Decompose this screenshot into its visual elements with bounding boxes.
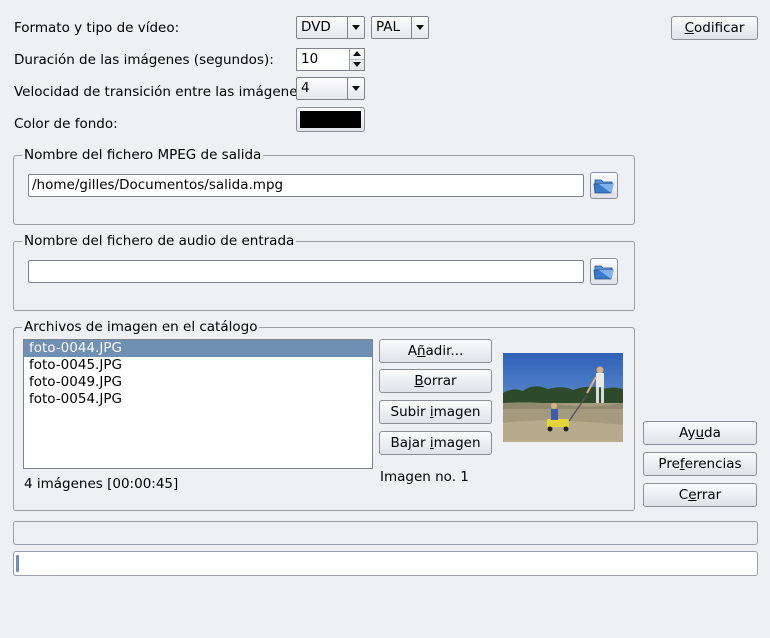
help-button[interactable]: Ayuda [643, 421, 757, 445]
list-item[interactable]: foto-0044.JPG [24, 340, 372, 357]
encode-label-rest: odificar [694, 20, 745, 36]
transition-select[interactable]: 4 [296, 77, 365, 100]
btn-mnemonic: ñ [416, 343, 426, 359]
folder-open-icon [593, 179, 614, 194]
spin-down-icon[interactable] [350, 60, 364, 71]
btn-text: Ay [679, 425, 696, 441]
audio-file-input[interactable] [28, 260, 584, 283]
status-bar [13, 521, 758, 545]
btn-mnemonic: B [414, 373, 424, 389]
output-file-title: Nombre del fichero MPEG de salida [22, 147, 264, 163]
progress-bar [13, 551, 758, 576]
output-file-browse-button[interactable] [590, 172, 618, 199]
btn-text: da [704, 425, 721, 441]
catalog-title: Archivos de imagen en el catálogo [22, 319, 260, 335]
btn-text: C [678, 487, 689, 503]
video-type-value: PAL [376, 19, 401, 35]
btn-text: erencias [684, 456, 742, 472]
btn-mnemonic: e [688, 487, 697, 503]
audio-file-title: Nombre del fichero de audio de entrada [22, 233, 297, 249]
btn-text: adir... [425, 343, 464, 359]
btn-text: magen [433, 435, 481, 451]
output-file-input[interactable]: /home/gilles/Documentos/salida.mpg [28, 174, 584, 197]
transition-label: Velocidad de transición entre las imágen… [14, 84, 310, 100]
encode-button[interactable]: Codificar [671, 16, 758, 40]
color-swatch [300, 111, 361, 128]
image-preview-thumbnail [503, 353, 623, 442]
chevron-down-icon [347, 17, 364, 38]
btn-text: Bajar [390, 435, 430, 451]
catalog-summary: 4 imágenes [00:00:45] [24, 476, 179, 492]
btn-text: rrar [696, 487, 722, 503]
btn-text: A [407, 343, 417, 359]
duration-value: 10 [301, 51, 319, 67]
list-item[interactable]: foto-0045.JPG [24, 357, 372, 374]
close-button[interactable]: Cerrar [643, 483, 757, 507]
btn-text: orrar [423, 373, 457, 389]
btn-text: Pre [658, 456, 680, 472]
move-image-down-button[interactable]: Bajar imagen [379, 431, 492, 455]
btn-text: magen [433, 404, 481, 420]
progress-fill [16, 555, 19, 572]
background-color-button[interactable] [296, 107, 365, 132]
list-item[interactable]: foto-0049.JPG [24, 374, 372, 391]
audio-file-browse-button[interactable] [590, 258, 618, 285]
duration-spinbox[interactable]: 10 [296, 48, 365, 71]
chevron-down-icon [411, 17, 428, 38]
move-image-up-button[interactable]: Subir imagen [379, 400, 492, 424]
video-type-select[interactable]: PAL [371, 16, 429, 39]
btn-text: Subir [390, 404, 430, 420]
video-format-value: DVD [301, 19, 331, 35]
spin-up-icon[interactable] [350, 49, 364, 60]
btn-mnemonic: u [695, 425, 705, 441]
video-format-select[interactable]: DVD [296, 16, 365, 39]
image-number-label: Imagen no. 1 [380, 469, 469, 485]
background-color-label: Color de fondo: [14, 116, 118, 132]
transition-value: 4 [301, 80, 310, 96]
list-item[interactable]: foto-0054.JPG [24, 391, 372, 408]
delete-image-button[interactable]: Borrar [379, 369, 492, 393]
folder-open-icon [593, 265, 614, 280]
preferences-button[interactable]: Preferencias [643, 452, 757, 476]
chevron-down-icon [347, 78, 364, 99]
format-label: Formato y tipo de vídeo: [14, 20, 180, 36]
add-image-button[interactable]: Añadir... [379, 339, 492, 363]
duration-label: Duración de las imágenes (segundos): [14, 52, 274, 68]
image-file-list[interactable]: foto-0044.JPG foto-0045.JPG foto-0049.JP… [23, 339, 373, 469]
encode-mnemonic: C [684, 20, 695, 36]
